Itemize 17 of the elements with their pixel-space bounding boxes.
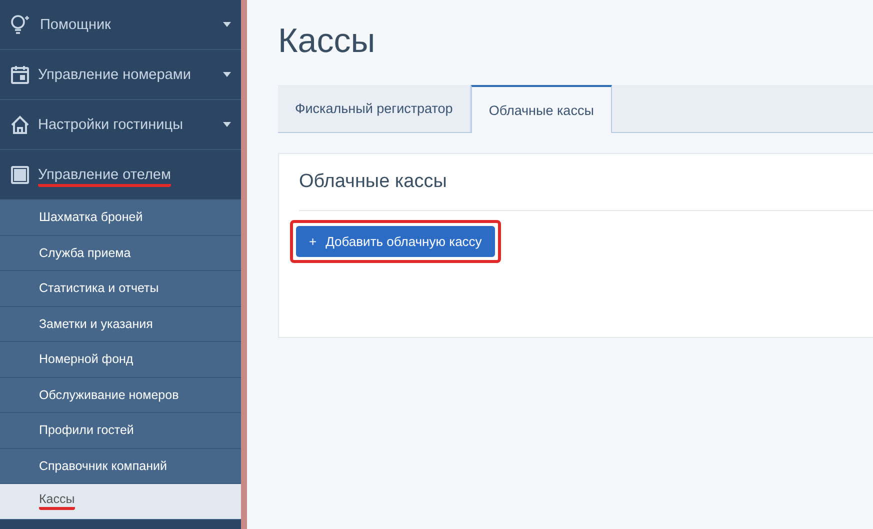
submenu-item[interactable]: Обслуживание номеров	[0, 378, 241, 413]
submenu-item[interactable]: Заметки и указания	[0, 306, 241, 342]
submenu-item[interactable]: Справочник компаний	[0, 448, 241, 484]
submenu-item[interactable]: Профили гостей	[0, 413, 241, 448]
lightbulb-icon	[10, 14, 32, 36]
card-title: Облачные кассы	[299, 154, 873, 211]
submenu-item[interactable]: Кассы	[0, 484, 241, 520]
dashboard-icon	[10, 164, 30, 184]
submenu-item[interactable]: Служба приема	[0, 236, 241, 271]
calendar-icon	[10, 64, 30, 84]
add-button[interactable]: + Добавить облачную кассу	[296, 226, 495, 257]
page-title: Кассы	[278, 22, 376, 61]
submenu-item[interactable]: Номерной фонд	[0, 342, 241, 378]
submenu-item[interactable]: Шахматка броней	[0, 200, 241, 236]
submenu-item[interactable]: Статистика и отчеты	[0, 271, 241, 306]
tab[interactable]: Облачные кассы	[470, 85, 612, 133]
house-icon	[10, 114, 30, 134]
